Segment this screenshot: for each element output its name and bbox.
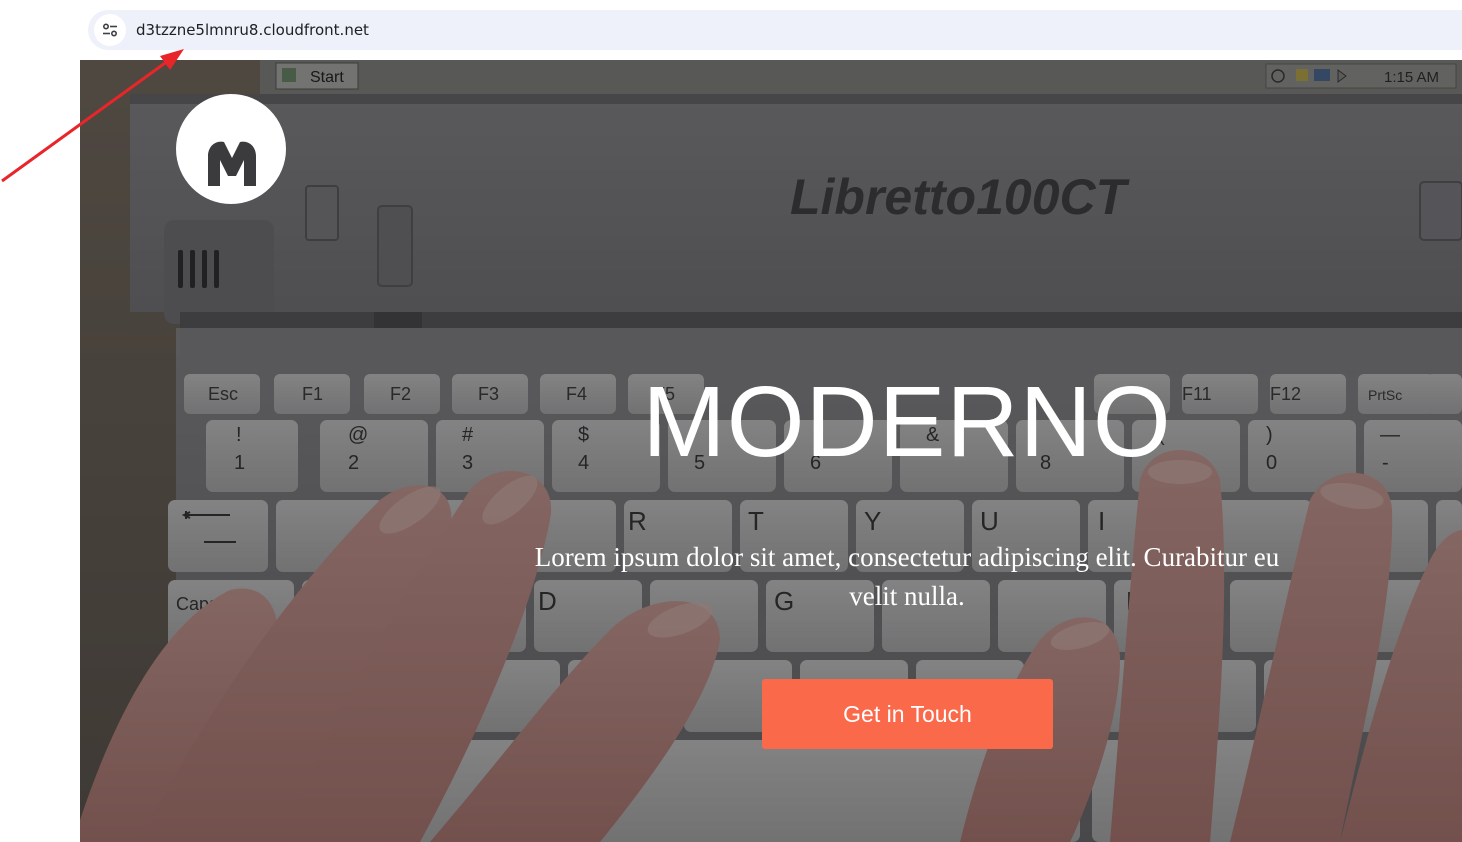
- hero-title: MODERNO: [642, 366, 1172, 478]
- hero-subtitle: Lorem ipsum dolor sit amet, consectetur …: [534, 542, 1280, 611]
- address-bar[interactable]: d3tzzne5lmnru8.cloudfront.net: [88, 10, 1462, 50]
- red-annotation-arrow: [1, 49, 184, 183]
- screenshot: d3tzzne5lmnru8.cloudfront.net Start 1:15…: [0, 0, 1462, 842]
- browser-top-edge: [80, 0, 1462, 8]
- get-in-touch-button[interactable]: Get in Touch: [762, 679, 1053, 749]
- hero-section: Start 1:15 AM Libretto100CT Esc F1 F2 F3…: [80, 60, 1462, 842]
